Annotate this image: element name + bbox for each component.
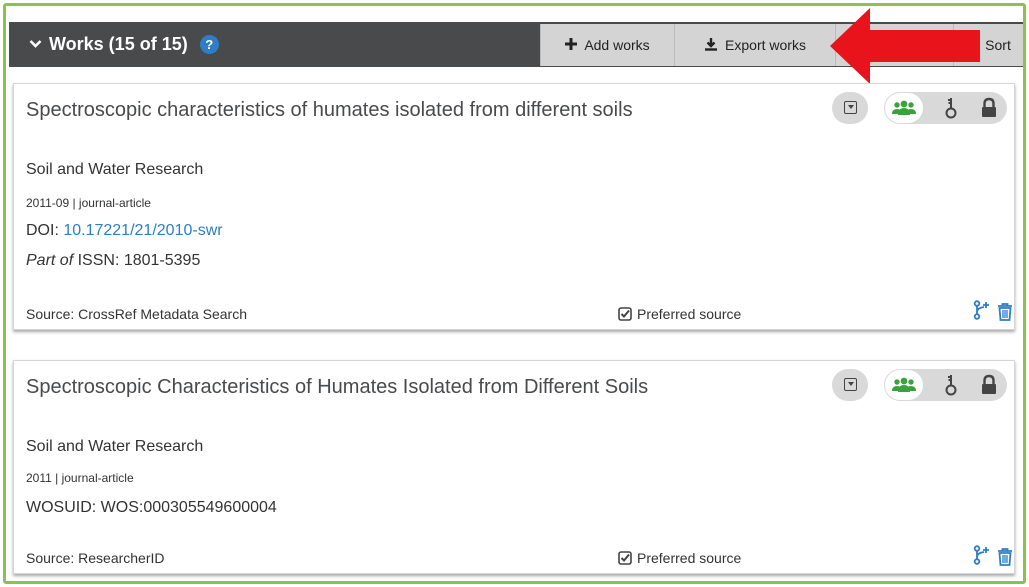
chevron-down-icon: [29, 22, 43, 67]
branch-icon[interactable]: [973, 300, 991, 320]
work-journal: Soil and Water Research: [26, 161, 204, 178]
part-of-label: Part of: [26, 252, 74, 269]
key-icon[interactable]: [939, 373, 963, 397]
dropdown-icon: [844, 101, 857, 114]
work-title: Spectroscopic Characteristics of Humates…: [26, 376, 649, 398]
users-icon: [892, 100, 916, 115]
preferred-source: Preferred source: [618, 550, 741, 566]
add-works-button[interactable]: Add works: [540, 24, 674, 66]
preferred-source-label: Preferred source: [637, 550, 742, 566]
work-meta: 2011 | journal-article: [26, 471, 134, 485]
help-icon[interactable]: ?: [199, 35, 219, 54]
work-source: Source: ResearcherID: [26, 550, 165, 566]
red-arrow-annotation: [830, 8, 980, 84]
trash-icon[interactable]: [996, 302, 1014, 322]
checkbox-icon: [618, 307, 632, 321]
work-card: Spectroscopic characteristics of humates…: [13, 83, 1015, 330]
checkbox-icon: [618, 551, 632, 565]
work-source: Source: CrossRef Metadata Search: [26, 306, 247, 322]
key-icon[interactable]: [939, 96, 963, 120]
export-works-label: Export works: [725, 37, 806, 53]
doi-label: DOI:: [26, 222, 59, 239]
work-meta: 2011-09 | journal-article: [26, 196, 151, 210]
doi-link[interactable]: 10.17221/21/2010-swr: [63, 222, 222, 239]
export-works-button[interactable]: Export works: [674, 24, 835, 66]
work-title: Spectroscopic characteristics of humates…: [26, 99, 633, 121]
plus-icon: [565, 37, 578, 53]
work-doi-line: DOI: 10.17221/21/2010-swr: [26, 222, 223, 240]
work-issn-line: Part of ISSN: 1801-5395: [26, 252, 200, 270]
branch-icon[interactable]: [973, 545, 991, 565]
add-works-label: Add works: [584, 37, 650, 53]
work-wosuid: WOSUID: WOS:000305549600004: [26, 499, 277, 516]
issn-value: ISSN: 1801-5395: [77, 252, 201, 269]
download-icon: [704, 37, 718, 54]
works-toggle[interactable]: Works (15 of 15) ?: [29, 22, 219, 67]
lock-icon[interactable]: [977, 373, 1001, 397]
visibility-everyone[interactable]: [885, 93, 923, 123]
visibility-everyone[interactable]: [885, 370, 923, 400]
visibility-dropdown-button[interactable]: [832, 369, 868, 401]
preferred-source-label: Preferred source: [637, 306, 742, 322]
dropdown-icon: [844, 378, 857, 391]
work-card: Spectroscopic Characteristics of Humates…: [13, 360, 1015, 574]
visibility-selector: [884, 92, 1007, 124]
visibility-selector: [884, 369, 1007, 401]
visibility-dropdown-button[interactable]: [832, 92, 868, 124]
preferred-source: Preferred source: [618, 306, 741, 322]
work-journal: Soil and Water Research: [26, 438, 204, 455]
trash-icon[interactable]: [996, 547, 1014, 567]
works-title: Works (15 of 15): [49, 34, 188, 54]
lock-icon[interactable]: [977, 96, 1001, 120]
users-icon: [892, 377, 916, 392]
